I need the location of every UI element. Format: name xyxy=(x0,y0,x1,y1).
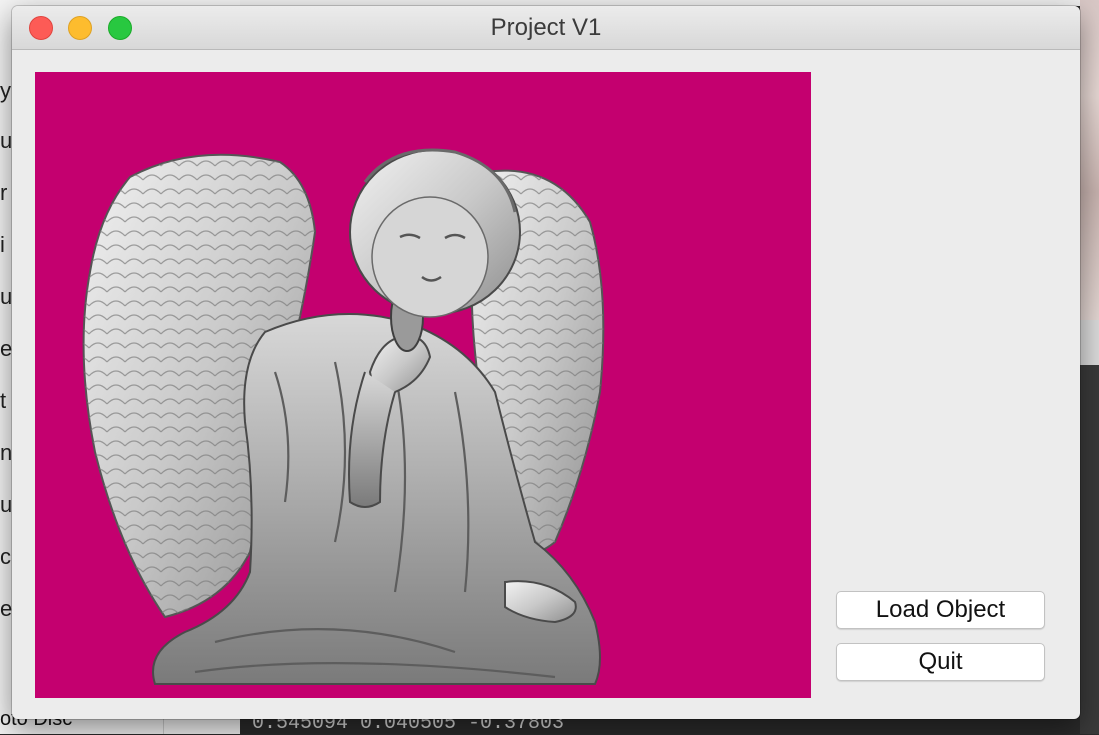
quit-button[interactable]: Quit xyxy=(836,643,1045,681)
sidebar-fragment: c xyxy=(0,544,11,569)
sidebar-fragment: y xyxy=(0,78,11,103)
app-window: Project V1 Load Object Quit xyxy=(12,6,1080,719)
title-bar[interactable]: Project V1 xyxy=(12,6,1080,50)
sidebar-fragment: r xyxy=(0,180,8,205)
sidebar-fragment: e xyxy=(0,596,13,621)
sidebar-fragment: t xyxy=(0,388,7,413)
3d-viewport[interactable] xyxy=(35,72,811,698)
sidebar-fragment: u xyxy=(0,492,13,517)
background-dark-panel xyxy=(1080,365,1099,734)
background-photo xyxy=(1080,0,1099,320)
window-title: Project V1 xyxy=(490,14,602,41)
sidebar-fragment: u xyxy=(0,128,13,153)
sidebar-fragment: u xyxy=(0,284,13,309)
sidebar-fragment: e xyxy=(0,336,13,361)
sidebar-fragment: i xyxy=(0,232,5,257)
angel-model-render xyxy=(82,148,605,685)
background-panel xyxy=(1080,320,1099,365)
sidebar-fragment: n xyxy=(0,440,13,465)
load-object-button[interactable]: Load Object xyxy=(836,591,1045,629)
